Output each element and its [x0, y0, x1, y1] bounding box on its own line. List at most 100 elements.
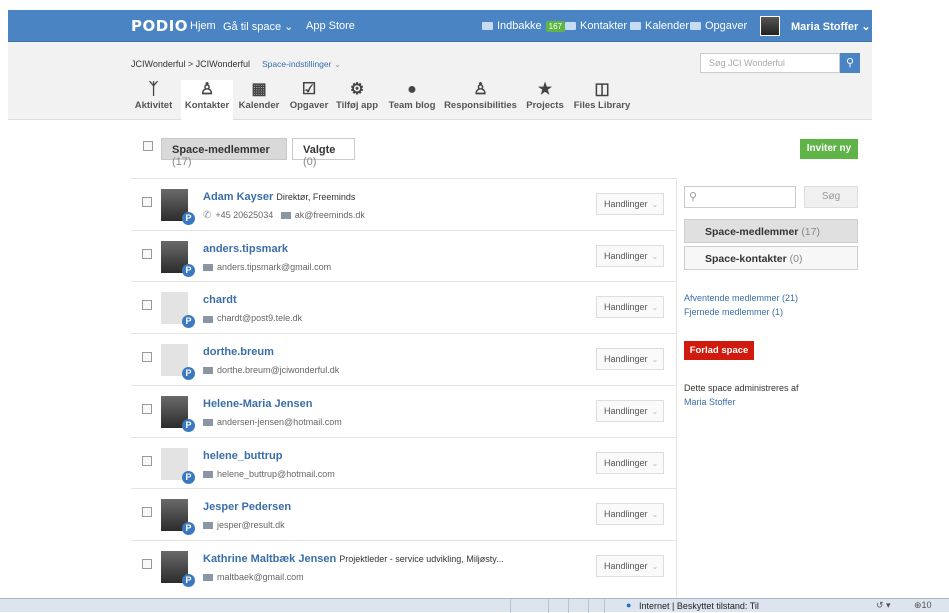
- nav-contacts[interactable]: Kontakter: [565, 20, 627, 32]
- member-name-link[interactable]: Helene-Maria Jensen: [203, 398, 312, 410]
- chevron-down-icon: ⌄: [651, 561, 659, 571]
- member-name-link[interactable]: helene_buttrup: [203, 450, 282, 462]
- tab-add-app[interactable]: ⚙ Tilføj app: [334, 80, 380, 120]
- filter-space-members[interactable]: Space-medlemmer (17): [161, 138, 287, 168]
- member-checkbox[interactable]: [142, 558, 152, 569]
- actions-dropdown[interactable]: Handlinger ⌄: [596, 399, 664, 422]
- tab-contacts[interactable]: ♙ Kontakter: [181, 80, 233, 120]
- member-search-input[interactable]: [684, 186, 796, 208]
- member-checkbox[interactable]: [142, 507, 152, 518]
- zoom-control[interactable]: ⊕10: [914, 600, 932, 611]
- nav-app-store[interactable]: App Store: [306, 20, 355, 32]
- member-email[interactable]: dorthe.breum@jciwonderful.dk: [217, 365, 339, 375]
- member-name-link[interactable]: dorthe.breum: [203, 346, 274, 358]
- select-all-checkbox[interactable]: [143, 141, 153, 151]
- podio-logo[interactable]: PODIO: [131, 17, 188, 35]
- actions-dropdown[interactable]: Handlinger ⌄: [596, 554, 664, 577]
- pending-members-link[interactable]: Afventende medlemmer (21): [684, 293, 798, 303]
- search-button[interactable]: ⚲: [840, 53, 860, 73]
- sidebar-space-members[interactable]: Space-medlemmer (17): [684, 219, 858, 243]
- member-phone: +45 20625034: [215, 210, 274, 220]
- mail-icon: [203, 418, 213, 426]
- nav-goto-space[interactable]: Gå til space ⌄: [223, 20, 293, 33]
- mail-icon: [203, 263, 213, 271]
- tab-tasks[interactable]: ☑ Opgaver: [286, 80, 332, 120]
- tab-label: Projects: [526, 100, 564, 111]
- member-name-line: helene_buttrup: [203, 450, 282, 462]
- member-contact-info: ✆ +45 20625034 ak@freeminds.dk: [203, 210, 365, 221]
- space-search-input[interactable]: Søg JCI Wonderful: [700, 53, 840, 73]
- tab-calendar[interactable]: ▦ Kalender: [236, 80, 282, 120]
- member-email[interactable]: chardt@post9.tele.dk: [217, 313, 302, 323]
- window-edge-right: [872, 0, 949, 598]
- member-checkbox[interactable]: [142, 248, 152, 259]
- member-row: Phelene_buttrup helene_buttrup@hotmail.co…: [131, 436, 676, 489]
- tab-projects[interactable]: ★ Projects: [523, 80, 567, 120]
- member-name-link[interactable]: chardt: [203, 294, 237, 306]
- actions-dropdown[interactable]: Handlinger ⌄: [596, 451, 664, 474]
- member-name-link[interactable]: anders.tipsmark: [203, 243, 288, 255]
- admin-name-link[interactable]: Maria Stoffer: [684, 397, 735, 407]
- member-checkbox[interactable]: [142, 352, 152, 363]
- nav-contacts-label: Kontakter: [580, 20, 628, 32]
- member-checkbox[interactable]: [142, 455, 152, 466]
- actions-label: Handlinger: [604, 457, 648, 468]
- status-divider: [604, 599, 605, 613]
- user-avatar[interactable]: [760, 16, 780, 36]
- sidebar-space-contacts[interactable]: Space-kontakter (0): [684, 246, 858, 270]
- filter-label: Space-medlemmer: [172, 144, 270, 156]
- member-name-link[interactable]: Adam Kayser: [203, 191, 273, 203]
- actions-dropdown[interactable]: Handlinger ⌄: [596, 296, 664, 319]
- nav-calendar[interactable]: Kalender: [630, 20, 689, 32]
- member-name-link[interactable]: Kathrine Maltbæk Jensen: [203, 553, 336, 565]
- member-email[interactable]: jesper@result.dk: [217, 520, 285, 530]
- tab-activity[interactable]: ᛉ Aktivitet: [131, 80, 176, 120]
- leave-space-button[interactable]: Forlad space: [684, 341, 754, 360]
- actions-dropdown[interactable]: Handlinger ⌄: [596, 348, 664, 371]
- nav-home[interactable]: Hjem: [190, 20, 216, 32]
- tab-label: Opgaver: [289, 100, 329, 111]
- removed-members-link[interactable]: Fjernede medlemmer (1): [684, 307, 783, 317]
- blog-icon: ●: [407, 81, 417, 98]
- space-settings-link[interactable]: Space-indstillinger ⌄: [262, 59, 341, 70]
- member-name-line: Helene-Maria Jensen: [203, 398, 312, 410]
- member-email[interactable]: anders.tipsmark@gmail.com: [217, 262, 331, 272]
- chevron-down-icon: ⌄: [651, 406, 659, 416]
- status-divider: [588, 599, 589, 613]
- nav-tasks[interactable]: Opgaver: [690, 20, 747, 32]
- member-checkbox[interactable]: [142, 300, 152, 311]
- member-row: Pchardt chardt@post9.tele.dk Handlinger ⌄: [131, 281, 676, 333]
- breadcrumb-org[interactable]: JCIWonderful: [131, 59, 185, 69]
- security-zone-text: Internet | Beskyttet tilstand: Til: [639, 601, 759, 611]
- tab-responsibilities[interactable]: ♙ Responsibilities: [443, 80, 518, 120]
- tab-files-library[interactable]: ◫ Files Library: [572, 80, 632, 120]
- user-name: Maria Stoffer: [791, 21, 859, 33]
- member-name-line: chardt: [203, 294, 237, 306]
- member-search-button[interactable]: Søg: [804, 186, 858, 208]
- actions-dropdown[interactable]: Handlinger ⌄: [596, 503, 664, 526]
- member-checkbox[interactable]: [142, 403, 152, 414]
- settings-icon[interactable]: ↺ ▾: [876, 600, 891, 611]
- member-email[interactable]: maltbaek@gmail.com: [217, 572, 304, 582]
- breadcrumb-space[interactable]: JCIWonderful: [196, 59, 250, 69]
- member-name-link[interactable]: Jesper Pedersen: [203, 501, 291, 513]
- actions-dropdown[interactable]: Handlinger ⌄: [596, 193, 664, 215]
- member-email[interactable]: andersen-jensen@hotmail.com: [217, 417, 342, 427]
- actions-label: Handlinger: [604, 405, 648, 416]
- member-email[interactable]: helene_buttrup@hotmail.com: [217, 469, 335, 479]
- filter-selected[interactable]: Valgte (0): [292, 138, 355, 168]
- status-divider: [510, 599, 511, 613]
- member-name-line: dorthe.breum: [203, 346, 274, 358]
- browser-status-bar: ● Internet | Beskyttet tilstand: Til ↺ ▾…: [0, 598, 949, 613]
- tab-team-blog[interactable]: ● Team blog: [385, 80, 439, 120]
- member-checkbox[interactable]: [142, 197, 152, 207]
- actions-dropdown[interactable]: Handlinger ⌄: [596, 244, 664, 267]
- nav-inbox[interactable]: Indbakke 167: [482, 20, 566, 32]
- sidebar-tab-label: Space-medlemmer: [705, 226, 799, 238]
- person-icon: ♙: [473, 81, 488, 98]
- member-email[interactable]: ak@freeminds.dk: [295, 210, 365, 220]
- invite-button[interactable]: Inviter ny: [800, 139, 858, 159]
- zoom-icon: ⊕: [914, 600, 922, 610]
- nav-user-menu[interactable]: Maria Stoffer ⌄: [791, 20, 871, 33]
- mail-icon: [482, 22, 493, 31]
